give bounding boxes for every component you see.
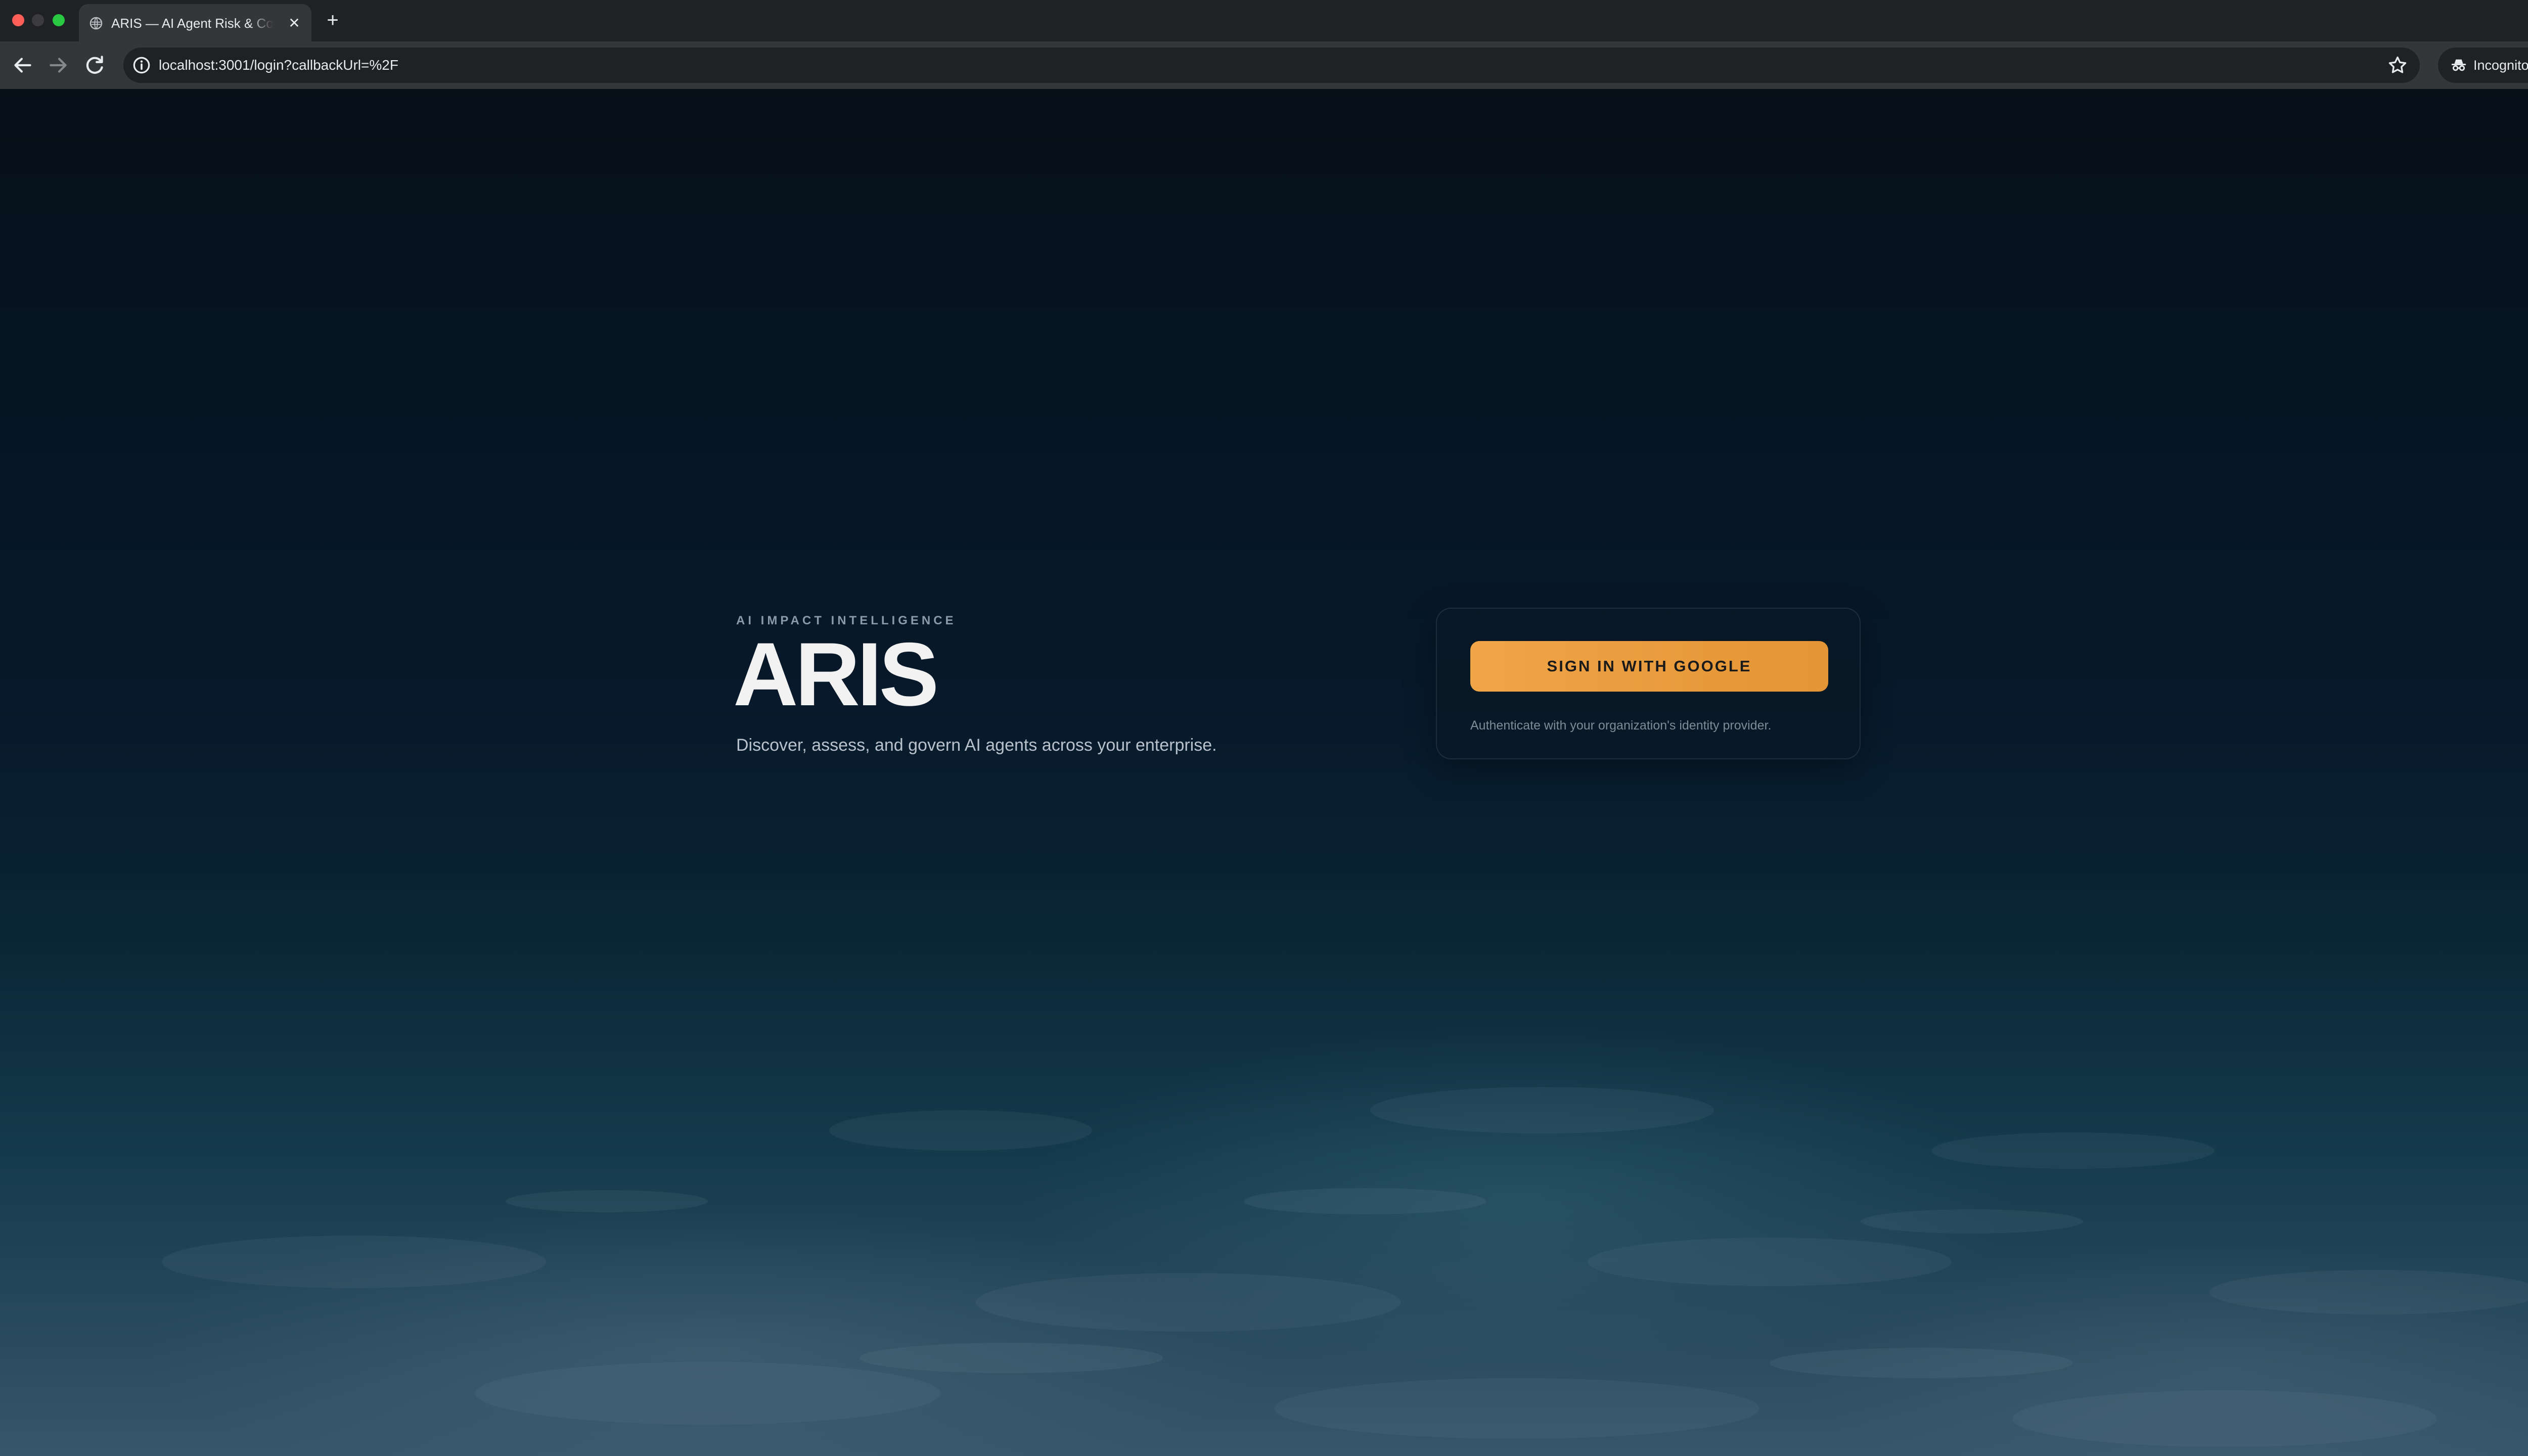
hero-tagline: Discover, assess, and govern AI agents a… xyxy=(736,736,1217,755)
info-icon[interactable] xyxy=(130,54,153,76)
url-text[interactable]: localhost:3001/login?callbackUrl=%2F xyxy=(159,55,398,76)
ocean-background xyxy=(162,1087,2528,1447)
address-bar[interactable]: localhost:3001/login?callbackUrl=%2F xyxy=(123,48,2420,83)
reload-icon[interactable] xyxy=(82,53,107,78)
new-tab-button[interactable]: + xyxy=(322,9,344,31)
brand-title: ARIS xyxy=(733,624,939,724)
incognito-icon xyxy=(2451,59,2466,71)
signin-card: SIGN IN WITH GOOGLE Authenticate with yo… xyxy=(1436,608,1861,759)
window-minimize-button[interactable] xyxy=(32,14,44,26)
tab-strip: ARIS — AI Agent Risk & Control ✕ + xyxy=(0,0,2528,41)
google-signin-button[interactable]: SIGN IN WITH GOOGLE xyxy=(1470,641,1828,692)
incognito-profile-button[interactable]: Incognito xyxy=(2438,48,2528,83)
signin-note: Authenticate with your organization's id… xyxy=(1470,718,1772,733)
arrow-left-icon[interactable] xyxy=(10,53,35,78)
arrow-right-icon[interactable] xyxy=(46,53,71,78)
globe-icon xyxy=(89,17,103,30)
window-maximize-button[interactable] xyxy=(53,14,65,26)
browser-toolbar: localhost:3001/login?callbackUrl=%2F Inc… xyxy=(0,41,2528,89)
tab-title: ARIS — AI Agent Risk & Control xyxy=(111,16,273,31)
login-page xyxy=(0,89,2528,1456)
browser-tab-active[interactable]: ARIS — AI Agent Risk & Control ✕ xyxy=(79,4,311,41)
window-close-button[interactable] xyxy=(12,14,24,26)
star-icon[interactable] xyxy=(2386,54,2409,76)
incognito-label: Incognito xyxy=(2473,58,2528,73)
close-icon[interactable]: ✕ xyxy=(284,13,304,33)
